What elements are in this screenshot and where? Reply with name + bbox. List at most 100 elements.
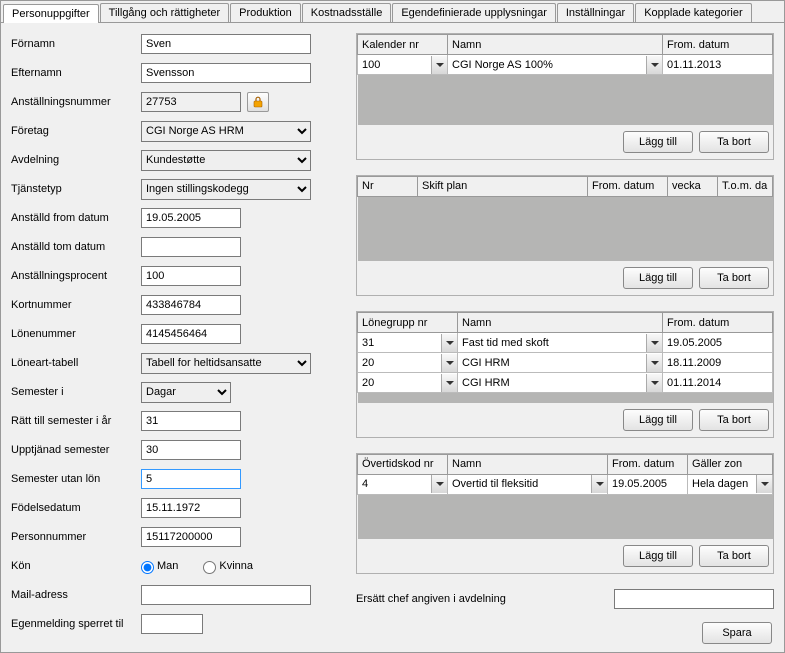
tab-kostnadsstalle[interactable]: Kostnadsställe — [302, 3, 392, 22]
label-ersatt-chef: Ersätt chef angiven i avdelning — [356, 593, 506, 605]
table-row: 31 Fast tid med skoft 19.05.2005 — [358, 333, 773, 353]
skift-col-nr[interactable]: Nr — [358, 176, 418, 196]
efternamn-input[interactable] — [141, 63, 311, 83]
skift-col-from[interactable]: From. datum — [588, 176, 668, 196]
kalender-col-namn[interactable]: Namn — [448, 35, 663, 55]
overtid-from-cell[interactable]: 19.05.2005 — [608, 477, 671, 491]
label-kvinna: Kvinna — [219, 560, 253, 572]
chevron-down-icon[interactable] — [441, 374, 457, 392]
label-anstallningsprocent: Anställningsprocent — [11, 270, 141, 282]
label-loneart-tabell: Löneart-tabell — [11, 357, 141, 369]
chevron-down-icon[interactable] — [431, 56, 447, 74]
chevron-down-icon[interactable] — [646, 374, 662, 392]
anstallningsprocent-input[interactable] — [141, 266, 241, 286]
mail-adress-input[interactable] — [141, 585, 311, 605]
overtid-col-nr[interactable]: Övertidskod nr — [358, 454, 448, 474]
lock-button[interactable] — [247, 92, 269, 112]
anstalld-tom-input[interactable] — [141, 237, 241, 257]
label-man: Man — [157, 560, 178, 572]
overtid-zon-cell[interactable]: Hela dagen — [688, 475, 772, 493]
ratt-till-semester-input[interactable] — [141, 411, 241, 431]
overtid-ta-bort-button[interactable]: Ta bort — [699, 545, 769, 567]
skift-col-tom[interactable]: T.o.m. da — [718, 176, 773, 196]
chevron-down-icon[interactable] — [431, 475, 447, 493]
spara-button[interactable]: Spara — [702, 622, 772, 644]
overtid-col-namn[interactable]: Namn — [448, 454, 608, 474]
chevron-down-icon[interactable] — [756, 475, 772, 493]
kalender-namn-cell[interactable]: CGI Norge AS 100% — [448, 56, 662, 74]
label-ratt-till-semester: Rätt till semester i år — [11, 415, 141, 427]
lonegrupp-lagg-till-button[interactable]: Lägg till — [623, 409, 693, 431]
chevron-down-icon[interactable] — [591, 475, 607, 493]
anstalld-from-input[interactable] — [141, 208, 241, 228]
tab-installningar[interactable]: Inställningar — [557, 3, 634, 22]
foretag-select[interactable]: CGI Norge AS HRM — [141, 121, 311, 142]
tjanstetyp-select[interactable]: Ingen stillingskodegg — [141, 179, 311, 200]
avdelning-select[interactable]: Kundestøtte — [141, 150, 311, 171]
kalender-lagg-till-button[interactable]: Lägg till — [623, 131, 693, 153]
tab-egendefinierade[interactable]: Egendefinierade upplysningar — [392, 3, 556, 22]
overtid-col-zon[interactable]: Gäller zon — [688, 454, 773, 474]
overtid-lagg-till-button[interactable]: Lägg till — [623, 545, 693, 567]
table-row: 20 CGI HRM 18.11.2009 — [358, 353, 773, 373]
chevron-down-icon[interactable] — [646, 56, 662, 74]
chevron-down-icon[interactable] — [646, 334, 662, 352]
upptjanad-semester-input[interactable] — [141, 440, 241, 460]
ersatt-chef-input[interactable] — [614, 589, 774, 609]
kalender-grid: Kalender nr Namn From. datum 100 CGI Nor… — [357, 34, 773, 125]
label-lonenummer: Lönenummer — [11, 328, 141, 340]
kalender-nr-cell[interactable]: 100 — [358, 56, 447, 74]
lonegrupp-col-namn[interactable]: Namn — [458, 313, 663, 333]
label-personnummer: Personnummer — [11, 531, 141, 543]
lonegrupp-col-nr[interactable]: Lönegrupp nr — [358, 313, 458, 333]
label-tjanstetyp: Tjänstetyp — [11, 183, 141, 195]
skift-col-vecka[interactable]: vecka — [668, 176, 718, 196]
lonegrupp-from-cell[interactable]: 18.11.2009 — [663, 356, 725, 370]
lonegrupp-col-from[interactable]: From. datum — [663, 313, 773, 333]
semester-i-select[interactable]: Dagar — [141, 382, 231, 403]
fornamn-input[interactable] — [141, 34, 311, 54]
lonegrupp-from-cell[interactable]: 19.05.2005 — [663, 336, 726, 350]
label-foretag: Företag — [11, 125, 141, 137]
lonegrupp-namn-cell[interactable]: Fast tid med skoft — [458, 334, 662, 352]
overtid-panel: Övertidskod nr Namn From. datum Gäller z… — [356, 453, 774, 575]
label-fornamn: Förnamn — [11, 38, 141, 50]
lonenummer-input[interactable] — [141, 324, 241, 344]
kon-man-radio[interactable] — [141, 561, 154, 574]
semester-utan-lon-input[interactable] — [141, 469, 241, 489]
kon-kvinna-radio[interactable] — [203, 561, 216, 574]
kalender-col-nr[interactable]: Kalender nr — [358, 35, 448, 55]
skift-panel: Nr Skift plan From. datum vecka T.o.m. d… — [356, 175, 774, 297]
kortnummer-input[interactable] — [141, 295, 241, 315]
label-semester-i: Semester i — [11, 386, 141, 398]
lonegrupp-from-cell[interactable]: 01.11.2014 — [663, 376, 725, 390]
tab-tillgang[interactable]: Tillgång och rättigheter — [100, 3, 230, 22]
skift-lagg-till-button[interactable]: Lägg till — [623, 267, 693, 289]
lonegrupp-nr-cell[interactable]: 20 — [358, 374, 457, 392]
lonegrupp-namn-cell[interactable]: CGI HRM — [458, 374, 662, 392]
overtid-nr-cell[interactable]: 4 — [358, 475, 447, 493]
table-row: 20 CGI HRM 01.11.2014 — [358, 373, 773, 393]
overtid-namn-cell[interactable]: Overtid til fleksitid — [448, 475, 607, 493]
tab-personuppgifter[interactable]: Personuppgifter — [3, 4, 99, 23]
egenmelding-input[interactable] — [141, 614, 203, 634]
loneart-tabell-select[interactable]: Tabell for heltidsansatte — [141, 353, 311, 374]
personnummer-input[interactable] — [141, 527, 241, 547]
skift-ta-bort-button[interactable]: Ta bort — [699, 267, 769, 289]
chevron-down-icon[interactable] — [441, 334, 457, 352]
tab-produktion[interactable]: Produktion — [230, 3, 301, 22]
chevron-down-icon[interactable] — [441, 354, 457, 372]
lonegrupp-nr-cell[interactable]: 20 — [358, 354, 457, 372]
kalender-from-cell[interactable]: 01.11.2013 — [663, 58, 725, 72]
lonegrupp-nr-cell[interactable]: 31 — [358, 334, 457, 352]
label-anstalld-from: Anställd from datum — [11, 212, 141, 224]
lonegrupp-namn-cell[interactable]: CGI HRM — [458, 354, 662, 372]
kalender-col-from[interactable]: From. datum — [663, 35, 773, 55]
skift-col-plan[interactable]: Skift plan — [418, 176, 588, 196]
overtid-col-from[interactable]: From. datum — [608, 454, 688, 474]
lonegrupp-ta-bort-button[interactable]: Ta bort — [699, 409, 769, 431]
fodelsedatum-input[interactable] — [141, 498, 241, 518]
chevron-down-icon[interactable] — [646, 354, 662, 372]
kalender-ta-bort-button[interactable]: Ta bort — [699, 131, 769, 153]
tab-kopplade[interactable]: Kopplade kategorier — [635, 3, 751, 22]
